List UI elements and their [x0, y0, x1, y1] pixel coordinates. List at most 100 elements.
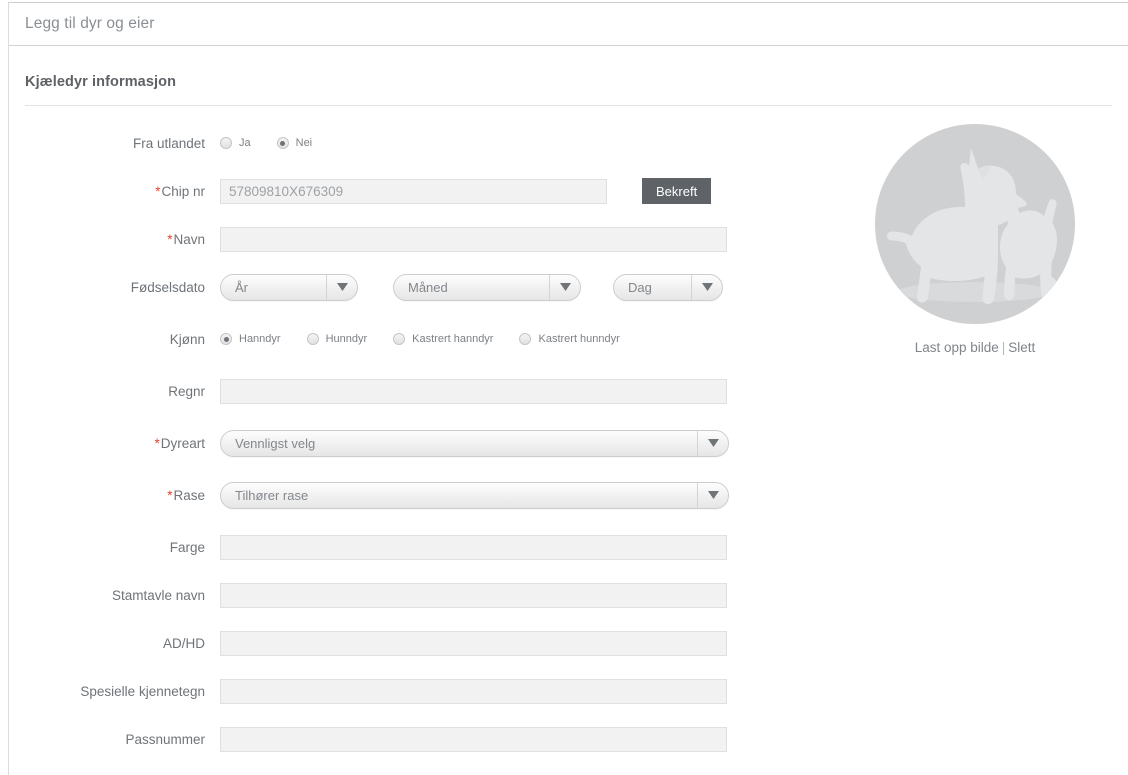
passport-input[interactable] — [220, 727, 727, 752]
form-fields-column: Fra utlandet Ja Nei — [25, 128, 765, 754]
row-regnr: Regnr — [25, 376, 765, 406]
app-page: Legg til dyr og eier Kjæledyr informasjo… — [8, 2, 1128, 775]
label-text: Dyreart — [161, 436, 205, 451]
row-species: *Dyreart Vennligst velg — [25, 428, 765, 458]
row-chip-nr: *Chip nr Bekreft — [25, 176, 765, 206]
row-pedigree-name: Stamtavle navn — [25, 580, 765, 610]
dog-and-cat-silhouette-icon — [875, 124, 1075, 324]
radio-icon-unchecked[interactable] — [393, 333, 405, 345]
radio-icon-unchecked[interactable] — [307, 333, 319, 345]
required-asterisk: * — [154, 436, 159, 451]
chevron-down-icon[interactable] — [697, 431, 728, 456]
row-from-abroad: Fra utlandet Ja Nei — [25, 128, 765, 158]
required-asterisk: * — [167, 488, 172, 503]
field-breed: Tilhører rase — [220, 482, 765, 509]
radio-icon-checked[interactable] — [220, 333, 232, 345]
special-marks-input[interactable] — [220, 679, 727, 704]
label-text: Navn — [173, 232, 205, 247]
radio-icon-unchecked[interactable] — [220, 137, 232, 149]
birth-month-select[interactable]: Måned — [393, 274, 581, 301]
spacer — [25, 510, 765, 532]
field-regnr — [220, 379, 765, 404]
radio-from-abroad-ja[interactable]: Ja — [220, 137, 251, 149]
chevron-down-icon[interactable] — [697, 483, 728, 508]
pet-information-section: Kjæledyr informasjon Fra utlandet Ja — [9, 74, 1128, 754]
radio-gender-kastrert-hunndyr[interactable]: Kastrert hunndyr — [519, 333, 619, 345]
pedigree-name-input[interactable] — [220, 583, 727, 608]
label-adhd: AD/HD — [25, 636, 220, 651]
radio-label: Hunndyr — [326, 333, 368, 345]
field-color — [220, 535, 765, 560]
label-from-abroad: Fra utlandet — [25, 136, 220, 151]
field-adhd — [220, 631, 765, 656]
row-birthdate: Fødselsdato År Måned — [25, 272, 765, 302]
label-pedigree-name: Stamtavle navn — [25, 588, 220, 603]
radio-gender-kastrert-hanndyr[interactable]: Kastrert hanndyr — [393, 333, 493, 345]
row-breed: *Rase Tilhører rase — [25, 480, 765, 510]
pet-photo-placeholder[interactable] — [875, 124, 1075, 324]
radio-label: Ja — [239, 137, 251, 149]
delete-photo-link[interactable]: Slett — [1008, 340, 1035, 355]
spacer — [25, 302, 765, 324]
radio-group-from-abroad: Ja Nei — [220, 137, 312, 149]
birth-year-value: År — [221, 280, 326, 295]
spacer — [25, 706, 765, 724]
field-from-abroad: Ja Nei — [220, 137, 765, 149]
radio-from-abroad-nei[interactable]: Nei — [277, 137, 313, 149]
field-chip-nr: Bekreft — [220, 178, 765, 204]
label-regnr: Regnr — [25, 384, 220, 399]
label-special-marks: Spesielle kjennetegn — [25, 684, 220, 699]
breed-value: Tilhører rase — [221, 488, 697, 503]
chevron-down-icon[interactable] — [691, 275, 722, 300]
birth-day-select[interactable]: Dag — [613, 274, 723, 301]
radio-label: Kastrert hanndyr — [412, 333, 493, 345]
spacer — [25, 254, 765, 272]
chevron-down-icon[interactable] — [326, 275, 357, 300]
breed-select[interactable]: Tilhører rase — [220, 482, 729, 509]
radio-label: Hanndyr — [239, 333, 281, 345]
row-passport: Passnummer — [25, 724, 765, 754]
label-text: Rase — [173, 488, 205, 503]
upload-photo-link[interactable]: Last opp bilde — [915, 340, 999, 355]
spacer — [25, 158, 765, 176]
radio-icon-unchecked[interactable] — [519, 333, 531, 345]
birth-month-value: Måned — [394, 280, 549, 295]
required-asterisk: * — [167, 232, 172, 247]
page-title: Legg til dyr og eier — [25, 15, 155, 33]
chip-nr-input[interactable] — [220, 179, 607, 204]
spacer — [25, 354, 765, 376]
label-species: *Dyreart — [25, 436, 220, 451]
field-special-marks — [220, 679, 765, 704]
color-input[interactable] — [220, 535, 727, 560]
birth-year-select[interactable]: År — [220, 274, 358, 301]
spacer — [25, 658, 765, 676]
adhd-input[interactable] — [220, 631, 727, 656]
field-passport — [220, 727, 765, 752]
field-pedigree-name — [220, 583, 765, 608]
radio-gender-hunndyr[interactable]: Hunndyr — [307, 333, 368, 345]
radio-group-gender: Hanndyr Hunndyr Kastrert hanndyr — [220, 333, 620, 345]
radio-gender-hanndyr[interactable]: Hanndyr — [220, 333, 281, 345]
required-asterisk: * — [155, 184, 160, 199]
name-input[interactable] — [220, 227, 727, 252]
species-select[interactable]: Vennligst velg — [220, 430, 729, 457]
radio-label: Nei — [296, 137, 313, 149]
spacer — [25, 562, 765, 580]
confirm-chip-button[interactable]: Bekreft — [642, 178, 711, 204]
label-gender: Kjønn — [25, 332, 220, 347]
label-name: *Navn — [25, 232, 220, 247]
label-text: Chip nr — [161, 184, 205, 199]
action-separator: | — [1002, 340, 1006, 355]
label-birthdate: Fødselsdato — [25, 280, 220, 295]
row-name: *Navn — [25, 224, 765, 254]
label-breed: *Rase — [25, 488, 220, 503]
row-gender: Kjønn Hanndyr Hunndyr — [25, 324, 765, 354]
chevron-down-icon[interactable] — [549, 275, 580, 300]
spacer — [25, 406, 765, 428]
label-color: Farge — [25, 540, 220, 555]
regnr-input[interactable] — [220, 379, 727, 404]
field-birthdate: År Måned Dag — [220, 274, 765, 301]
field-species: Vennligst velg — [220, 430, 765, 457]
spacer — [25, 206, 765, 224]
radio-icon-checked[interactable] — [277, 137, 289, 149]
